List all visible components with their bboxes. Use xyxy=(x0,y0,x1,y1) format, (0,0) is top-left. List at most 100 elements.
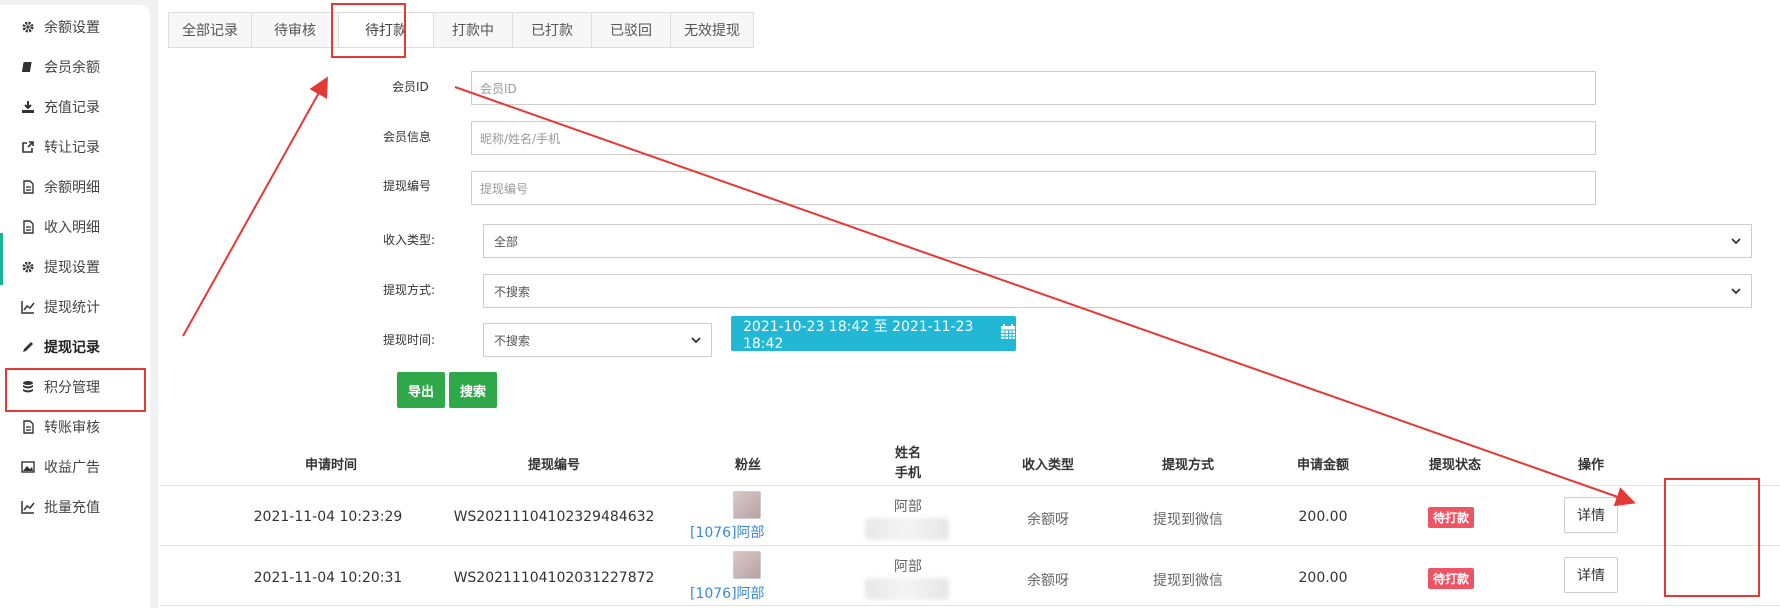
detail-button[interactable]: 详情 xyxy=(1564,497,1618,533)
sidebar-item-withdraw-stats[interactable]: 提现统计 xyxy=(0,285,150,329)
cell-income-type: 余额呀 xyxy=(1027,512,1069,528)
gear-icon xyxy=(20,259,36,275)
withdraw-method-label: 提现方式: xyxy=(383,283,436,297)
tab-pending-review[interactable]: 待审核 xyxy=(252,13,339,47)
gear-icon xyxy=(20,19,36,35)
income-type-value: 全部 xyxy=(494,234,519,249)
date-range-picker[interactable]: 2021-10-23 18:42 至 2021-11-23 18:42 xyxy=(731,316,1016,352)
sidebar-item-label: 提现记录 xyxy=(44,340,100,356)
annotation-box-tab xyxy=(331,3,406,58)
cell-withdraw-no: WS20211104102329484632 xyxy=(453,509,655,525)
phone-redacted xyxy=(865,518,949,540)
th-amount: 申请金额 xyxy=(1296,458,1349,473)
member-id-input[interactable]: 会员ID xyxy=(471,71,1596,105)
detail-button[interactable]: 详情 xyxy=(1564,557,1618,593)
document-icon xyxy=(20,219,36,235)
search-button[interactable]: 搜索 xyxy=(449,372,497,408)
sidebar-item-member-balance[interactable]: 会员余额 xyxy=(0,45,150,89)
member-info-label: 会员信息 xyxy=(383,130,432,144)
tab-paid[interactable]: 已打款 xyxy=(513,13,592,47)
cell-withdraw-method: 提现到微信 xyxy=(1153,573,1223,589)
cell-income-type: 余额呀 xyxy=(1027,573,1069,589)
status-badge: 待打款 xyxy=(1428,568,1475,589)
phone-redacted xyxy=(865,578,949,600)
cell-apply-time: 2021-11-04 10:20:31 xyxy=(253,570,403,586)
tab-all-records[interactable]: 全部记录 xyxy=(169,13,252,47)
sidebar-item-label: 余额设置 xyxy=(44,20,100,36)
sidebar-nav: 余额设置 会员余额 充值记录 转让记录 余额明细 收入明细 提现设置 提现统计 xyxy=(0,5,150,608)
date-range-text: 2021-10-23 18:42 至 2021-11-23 18:42 xyxy=(743,318,974,352)
external-link-icon xyxy=(20,139,36,155)
sidebar-item-income-detail[interactable]: 收入明细 xyxy=(0,205,150,249)
image-icon xyxy=(20,459,36,475)
sidebar-item-label: 充值记录 xyxy=(44,100,100,116)
book-icon xyxy=(20,59,36,75)
th-name: 姓名 xyxy=(894,446,921,461)
cell-withdraw-no: WS20211104102031227872 xyxy=(453,570,655,586)
fan-avatar[interactable] xyxy=(733,551,761,579)
sidebar-item-label: 会员余额 xyxy=(44,60,100,76)
main-panel: 全部记录 待审核 待打款 打款中 已打款 已驳回 无效提现 会员ID 会员ID … xyxy=(158,0,1780,608)
th-phone: 手机 xyxy=(894,466,921,481)
income-type-select[interactable]: 全部 xyxy=(483,224,1752,258)
th-apply-time: 申请时间 xyxy=(304,458,357,473)
withdraw-time-label: 提现时间: xyxy=(383,333,436,347)
th-withdraw-no: 提现编号 xyxy=(527,458,580,473)
table-divider xyxy=(160,605,1780,606)
tab-rejected[interactable]: 已驳回 xyxy=(592,13,671,47)
tab-invalid[interactable]: 无效提现 xyxy=(671,13,753,47)
th-income-type: 收入类型 xyxy=(1021,458,1074,473)
withdraw-time-select[interactable]: 不搜索 xyxy=(483,323,712,357)
sidebar-item-revenue-ads[interactable]: 收益广告 xyxy=(0,445,150,489)
tab-paying[interactable]: 打款中 xyxy=(434,13,513,47)
sidebar-item-recharge-records[interactable]: 充值记录 xyxy=(0,85,150,129)
document-icon xyxy=(20,179,36,195)
cell-withdraw-method: 提现到微信 xyxy=(1153,512,1223,528)
sidebar-item-withdraw-records[interactable]: 提现记录 xyxy=(0,325,150,369)
withdraw-time-value: 不搜索 xyxy=(494,333,531,348)
export-button[interactable]: 导出 xyxy=(397,372,445,408)
table-divider xyxy=(160,545,1780,546)
cell-amount: 200.00 xyxy=(1298,509,1348,525)
line-chart-icon xyxy=(20,299,36,315)
withdraw-no-label: 提现编号 xyxy=(383,179,432,193)
status-badge: 待打款 xyxy=(1428,507,1475,528)
status-tabs: 全部记录 待审核 待打款 打款中 已打款 已驳回 无效提现 xyxy=(168,12,754,48)
calendar-icon xyxy=(1000,323,1016,344)
sidebar-item-label: 余额明细 xyxy=(44,180,100,196)
sidebar-item-transfer-records[interactable]: 转让记录 xyxy=(0,125,150,169)
sidebar-item-balance-detail[interactable]: 余额明细 xyxy=(0,165,150,209)
income-type-label: 收入类型: xyxy=(383,233,436,247)
sidebar-item-label: 批量充值 xyxy=(44,500,100,516)
sidebar-item-batch-recharge[interactable]: 批量充值 xyxy=(0,485,150,529)
sidebar-item-label: 提现统计 xyxy=(44,300,100,316)
fan-link[interactable]: [1076]阿部 xyxy=(690,583,765,603)
member-info-input[interactable]: 昵称/姓名/手机 xyxy=(471,121,1596,155)
pencil-icon xyxy=(20,339,36,355)
withdraw-method-value: 不搜索 xyxy=(494,284,531,299)
chevron-down-icon xyxy=(689,333,703,347)
sidebar-item-label: 转账审核 xyxy=(44,420,100,436)
document-icon xyxy=(20,419,36,435)
cell-name: 阿部 xyxy=(894,499,922,515)
annotation-box-sidebar xyxy=(5,368,146,412)
sidebar-item-balance-settings[interactable]: 余额设置 xyxy=(0,5,150,49)
withdraw-no-input[interactable]: 提现编号 xyxy=(471,171,1596,205)
chevron-down-icon xyxy=(1729,284,1743,298)
fan-avatar[interactable] xyxy=(733,491,761,519)
member-id-label: 会员ID xyxy=(392,80,429,94)
cell-name: 阿部 xyxy=(894,559,922,575)
sidebar-item-label: 提现设置 xyxy=(44,260,100,276)
fan-link[interactable]: [1076]阿部 xyxy=(690,522,765,542)
th-withdraw-method: 提现方式 xyxy=(1161,458,1214,473)
cell-apply-time: 2021-11-04 10:23:29 xyxy=(253,509,403,525)
line-chart-icon xyxy=(20,499,36,515)
sidebar-item-label: 收入明细 xyxy=(44,220,100,236)
annotation-box-actions xyxy=(1664,478,1760,597)
table-divider xyxy=(160,485,1780,486)
sidebar-item-withdraw-settings[interactable]: 提现设置 xyxy=(0,245,150,289)
sidebar-item-label: 收益广告 xyxy=(44,460,100,476)
download-icon xyxy=(20,99,36,115)
th-status: 提现状态 xyxy=(1428,458,1481,473)
withdraw-method-select[interactable]: 不搜索 xyxy=(483,274,1752,308)
